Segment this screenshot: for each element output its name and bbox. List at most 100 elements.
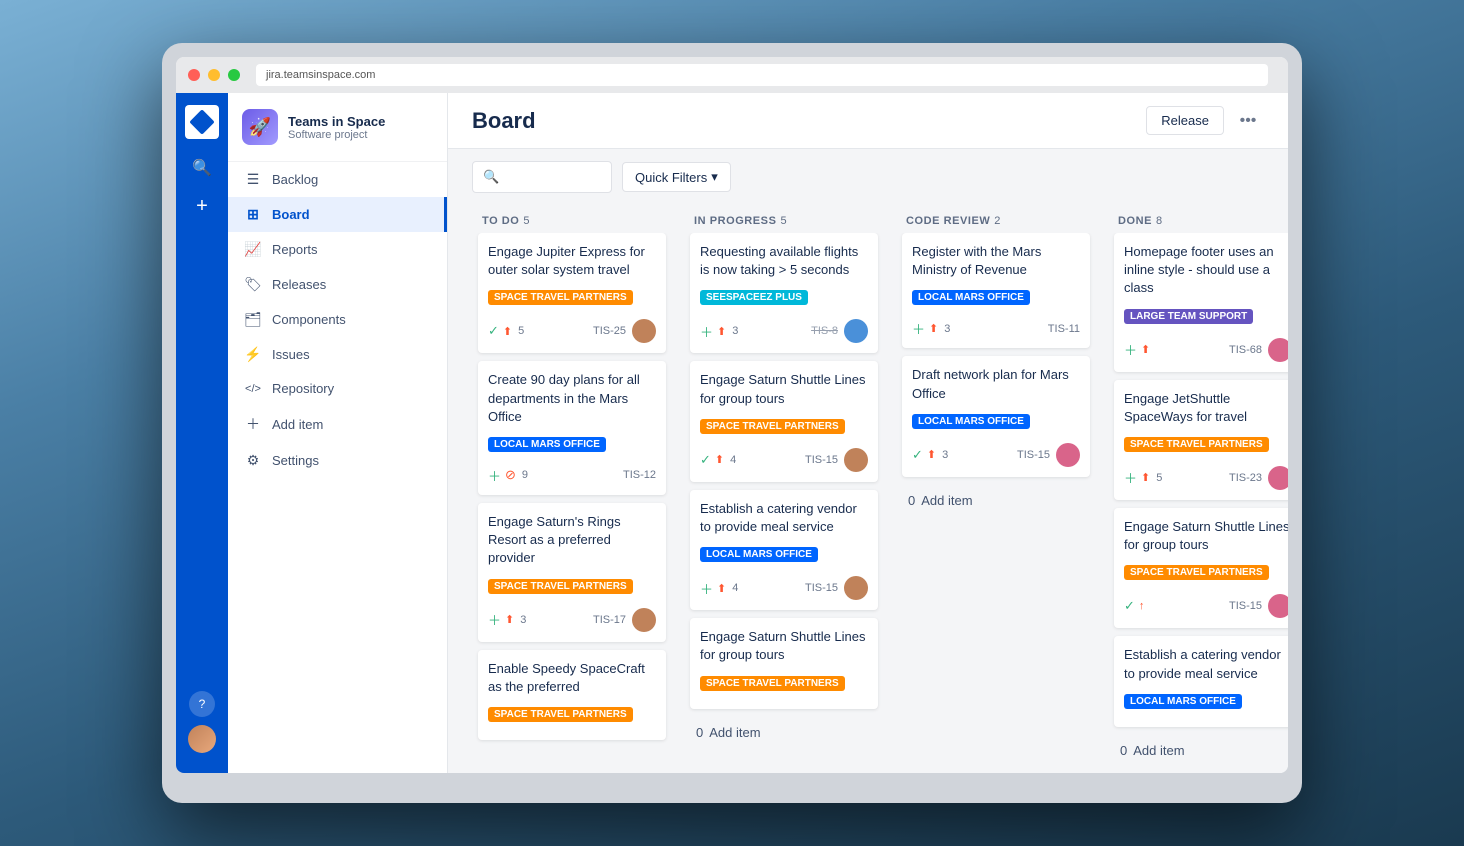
card-todo-3[interactable]: Engage Saturn's Rings Resort as a prefer… xyxy=(478,503,666,642)
nav-add-item[interactable]: ＋ Add item xyxy=(228,405,447,443)
more-options-button[interactable]: ••• xyxy=(1232,105,1264,137)
column-count-codereview: 2 xyxy=(994,215,1001,227)
add-item-todo[interactable]: 0 Add item xyxy=(478,748,666,757)
card-ip-4[interactable]: Engage Saturn Shuttle Lines for group to… xyxy=(690,618,878,708)
column-count-inprogress: 5 xyxy=(780,215,787,227)
add-icon: ＋ xyxy=(700,579,713,598)
board-icon: ⊞ xyxy=(244,206,262,223)
browser-bar: jira.teamsinspace.com xyxy=(176,57,1288,93)
card-ip-2[interactable]: Engage Saturn Shuttle Lines for group to… xyxy=(690,361,878,481)
ticket-id: TIS-25 xyxy=(593,325,626,337)
priority-icon: ⬆ xyxy=(717,582,726,595)
card-meta: TIS-15 xyxy=(1229,594,1288,618)
card-meta: TIS-23 xyxy=(1229,466,1288,490)
card-done-1[interactable]: Homepage footer uses an inline style - s… xyxy=(1114,233,1288,372)
add-item-icon: ＋ xyxy=(244,414,262,434)
components-icon: 🗂 xyxy=(244,311,262,328)
page-title: Board xyxy=(472,108,536,134)
card-footer: ✓ ⬆ 3 TIS-15 xyxy=(912,443,1080,467)
card-label: SPACE TRAVEL PARTNERS xyxy=(488,579,633,594)
card-icons: ＋ ⬆ 4 xyxy=(700,579,738,598)
search-box[interactable]: 🔍 xyxy=(472,161,612,193)
nav-releases[interactable]: 🏷 Releases xyxy=(228,267,447,302)
add-item-codereview[interactable]: 0 Add item xyxy=(902,485,1090,516)
nav-backlog[interactable]: ☰ Backlog xyxy=(228,162,447,197)
card-icons: ＋ ⬆ 5 xyxy=(1124,468,1162,487)
nav-repository[interactable]: </> Repository xyxy=(228,372,447,405)
priority-icon: ⬆ xyxy=(503,325,512,338)
add-icon: 0 xyxy=(484,756,491,757)
card-cr-1[interactable]: Register with the Mars Ministry of Reven… xyxy=(902,233,1090,348)
app-logo[interactable] xyxy=(185,105,219,139)
quick-filters-button[interactable]: Quick Filters ▾ xyxy=(622,162,731,192)
user-avatar-global[interactable] xyxy=(188,725,216,753)
nav-releases-label: Releases xyxy=(272,277,326,292)
card-done-3[interactable]: Engage Saturn Shuttle Lines for group to… xyxy=(1114,508,1288,628)
traffic-light-yellow[interactable] xyxy=(208,69,220,81)
block-icon: ⊘ xyxy=(505,467,516,483)
card-meta: TIS-25 xyxy=(593,319,656,343)
card-footer: ＋ ⊘ 9 TIS-12 xyxy=(488,466,656,485)
quick-filters-label: Quick Filters xyxy=(635,170,707,185)
card-title: Create 90 day plans for all departments … xyxy=(488,371,656,426)
card-count: 4 xyxy=(732,582,738,594)
add-item-inprogress[interactable]: 0 Add item xyxy=(690,717,878,748)
search-icon[interactable]: 🔍 xyxy=(185,151,219,185)
board-area: TO DO 5 Engage Jupiter Express for outer… xyxy=(448,205,1288,773)
card-cr-2[interactable]: Draft network plan for Mars Office LOCAL… xyxy=(902,356,1090,476)
column-todo: TO DO 5 Engage Jupiter Express for outer… xyxy=(472,205,672,757)
card-title: Establish a catering vendor to provide m… xyxy=(700,500,868,536)
traffic-light-red[interactable] xyxy=(188,69,200,81)
priority-icon: ⬆ xyxy=(717,325,726,338)
card-icons: ✓ ⬆ 3 xyxy=(912,447,948,463)
column-count-todo: 5 xyxy=(523,215,530,227)
card-title: Requesting available flights is now taki… xyxy=(700,243,868,279)
add-icon: ＋ xyxy=(488,610,501,629)
card-todo-4[interactable]: Enable Speedy SpaceCraft as the preferre… xyxy=(478,650,666,740)
card-done-4[interactable]: Establish a catering vendor to provide m… xyxy=(1114,636,1288,726)
column-done: DONE 8 Homepage footer uses an inline st… xyxy=(1108,205,1288,757)
nav-board[interactable]: ⊞ Board xyxy=(228,197,447,232)
card-count: 3 xyxy=(944,323,950,335)
column-header-codereview: CODE REVIEW 2 xyxy=(896,205,1096,233)
card-avatar xyxy=(844,576,868,600)
add-icon: ＋ xyxy=(912,319,925,338)
url-bar[interactable]: jira.teamsinspace.com xyxy=(256,64,1268,86)
card-avatar xyxy=(1268,466,1288,490)
card-count: 9 xyxy=(522,469,528,481)
card-icons: ✓ ↑ xyxy=(1124,598,1144,614)
card-footer: ✓ ⬆ 4 TIS-15 xyxy=(700,448,868,472)
card-ip-3[interactable]: Establish a catering vendor to provide m… xyxy=(690,490,878,610)
card-done-2[interactable]: Engage JetShuttle SpaceWays for travel S… xyxy=(1114,380,1288,500)
ticket-id: TIS-8 xyxy=(811,325,838,337)
add-item-label: Add item xyxy=(709,725,760,740)
column-header-done: DONE 8 xyxy=(1108,205,1288,233)
nav-add-item-label: Add item xyxy=(272,417,323,432)
priority-icon: ↑ xyxy=(1139,600,1145,612)
card-label: SEESPACEEZ PLUS xyxy=(700,290,808,305)
card-count: 5 xyxy=(1156,472,1162,484)
card-todo-1[interactable]: Engage Jupiter Express for outer solar s… xyxy=(478,233,666,353)
card-footer: ✓ ⬆ 5 TIS-25 xyxy=(488,319,656,343)
nav-components[interactable]: 🗂 Components xyxy=(228,302,447,337)
card-label: SPACE TRAVEL PARTNERS xyxy=(700,676,845,691)
backlog-icon: ☰ xyxy=(244,171,262,188)
traffic-light-green[interactable] xyxy=(228,69,240,81)
help-icon[interactable]: ? xyxy=(189,691,215,717)
nav-backlog-label: Backlog xyxy=(272,172,318,187)
card-todo-2[interactable]: Create 90 day plans for all departments … xyxy=(478,361,666,495)
nav-settings[interactable]: ⚙ Settings xyxy=(228,443,447,478)
card-ip-1[interactable]: Requesting available flights is now taki… xyxy=(690,233,878,353)
card-footer: ✓ ↑ TIS-15 xyxy=(1124,594,1288,618)
project-name: Teams in Space xyxy=(288,114,385,129)
main-content: Board Release ••• 🔍 Quick Filters ▾ xyxy=(448,93,1288,773)
column-title-todo: TO DO xyxy=(482,215,519,227)
add-item-done[interactable]: 0 Add item xyxy=(1114,735,1288,757)
create-icon[interactable]: + xyxy=(185,189,219,223)
release-button[interactable]: Release xyxy=(1146,106,1224,135)
nav-issues[interactable]: ⚡ Issues xyxy=(228,337,447,372)
nav-reports[interactable]: 📈 Reports xyxy=(228,232,447,267)
card-meta: TIS-15 xyxy=(805,576,868,600)
card-meta: TIS-12 xyxy=(623,469,656,481)
cards-inprogress: Requesting available flights is now taki… xyxy=(684,233,884,757)
